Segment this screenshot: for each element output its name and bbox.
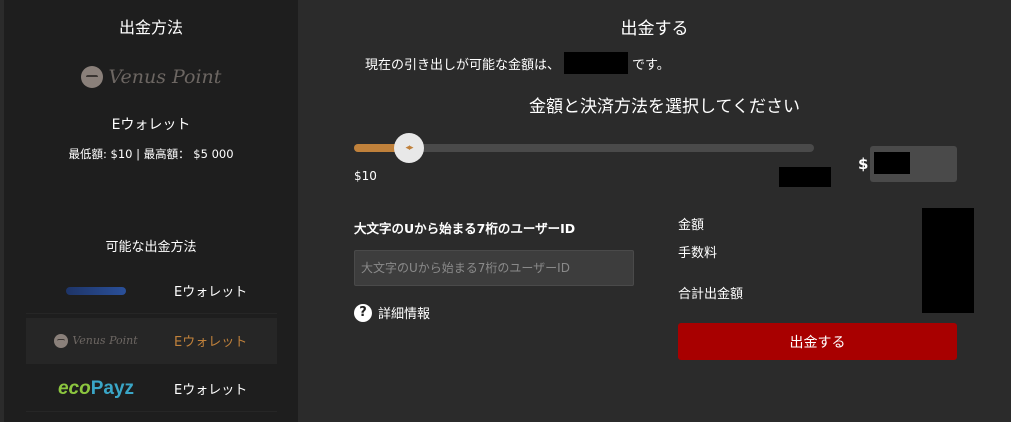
ecopayz-logo-eco: eco: [57, 377, 91, 399]
amount-label: 金額: [678, 218, 705, 233]
available-methods-title: 可能な出金方法: [105, 240, 197, 255]
venus-point-coin-icon: [54, 333, 69, 348]
balance-suffix: です。: [632, 57, 670, 73]
currency-symbol: $: [858, 155, 869, 173]
ecopayz-logo-payz: Payz: [90, 377, 135, 399]
amount-input[interactable]: [870, 146, 957, 182]
method-name: Eウォレット: [174, 335, 248, 350]
redacted-balance: [564, 52, 629, 74]
page-title: 出金する: [620, 19, 689, 39]
method-option-venus-point[interactable]: Venus Point Eウォレット: [26, 318, 277, 364]
venus-point-logo: Venus Point: [54, 333, 138, 348]
selected-logo-text: Venus Point: [108, 66, 222, 88]
panel-title: 出金方法: [118, 18, 183, 37]
method-logo: [26, 286, 166, 295]
more-info-link[interactable]: ? 詳細情報: [354, 303, 430, 322]
method-name: Eウォレット: [174, 383, 248, 398]
user-id-input[interactable]: [354, 250, 634, 286]
slider-min-label: $10: [354, 169, 377, 183]
more-info-label: 詳細情報: [378, 307, 431, 322]
limits-text: 最低額: $10 | 最高額： $5 000: [68, 147, 234, 161]
withdrawal-page: 出金方法 Venus Point Eウォレット 最低額: $10 | 最高額： …: [0, 0, 1011, 422]
ecopayz-logo: eco Payz: [58, 378, 134, 400]
user-id-label: 大文字のUから始まる7桁のユーザーID: [354, 221, 576, 236]
method-logo: Venus Point: [26, 333, 166, 348]
select-amount-title: 金額と決済方法を選択してください: [529, 97, 800, 117]
slider-arrows-icon: ◂▸: [405, 143, 413, 153]
amount-slider-handle[interactable]: ◂▸: [394, 133, 424, 163]
redacted-amount: [874, 152, 910, 174]
venus-point-coin-icon: [80, 66, 103, 88]
method-name: Eウォレット: [174, 285, 248, 300]
venus-point-logo-text: Venus Point: [72, 334, 138, 347]
available-balance-line: 現在の引き出しが可能な金額は、 です。: [365, 52, 670, 74]
total-label: 合計出金額: [678, 287, 744, 302]
withdraw-button[interactable]: 出金する: [678, 323, 957, 360]
method-option-ewallet-1[interactable]: Eウォレット: [26, 268, 277, 314]
question-icon: ?: [354, 303, 372, 322]
redacted-slider-max: [779, 167, 831, 187]
blue-brand-logo-icon: [66, 286, 126, 295]
balance-prefix: 現在の引き出しが可能な金額は、: [365, 57, 561, 73]
selected-method-name: Eウォレット: [111, 117, 191, 133]
method-logo: eco Payz: [26, 378, 166, 400]
withdrawal-form-panel: 出金する 現在の引き出しが可能な金額は、 です。 金額と決済方法を選択してくださ…: [298, 0, 1011, 404]
method-option-ecopayz[interactable]: eco Payz Eウォレット: [26, 366, 277, 412]
fee-label: 手数料: [678, 246, 718, 261]
selected-method-logo: Venus Point: [4, 66, 298, 88]
redacted-summary-values: [922, 208, 974, 313]
withdrawal-method-panel: 出金方法 Venus Point Eウォレット 最低額: $10 | 最高額： …: [4, 0, 298, 422]
